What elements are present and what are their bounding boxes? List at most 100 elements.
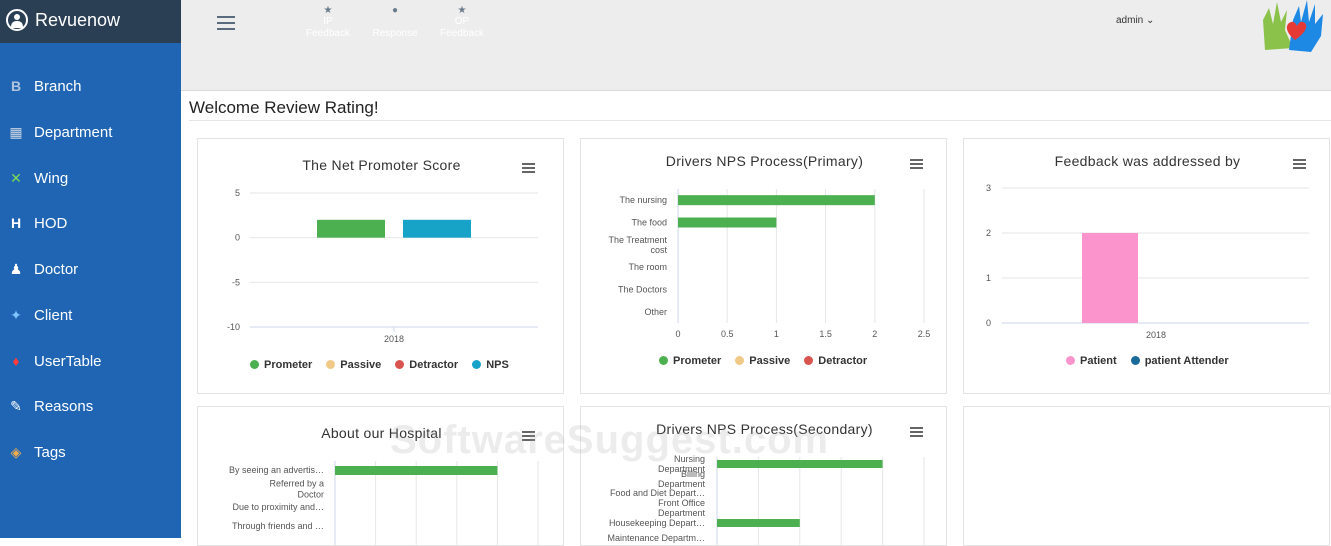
top-navbar: ★ IP Feedback ● Response ★ OP Feedback a… xyxy=(181,0,1331,91)
y-category-label: The Doctors xyxy=(618,285,668,295)
brand-bar[interactable]: Revuenow xyxy=(0,0,181,43)
sidebar-item-label: Department xyxy=(34,124,113,141)
doctor-icon: ♟ xyxy=(9,261,23,277)
nps-panel: The Net Promoter Score 5 0 -5 -10 2018 Prome… xyxy=(197,138,564,394)
legend-item[interactable]: Prometer xyxy=(659,355,721,367)
y-category-label: Referred by a xyxy=(269,479,324,489)
y-category-label: Department xyxy=(658,508,706,518)
legend-item[interactable]: Detractor xyxy=(395,359,458,371)
y-category-label: Due to proximity and… xyxy=(232,502,324,512)
bar xyxy=(717,519,800,527)
legend-dot-icon xyxy=(804,356,814,365)
legend-dot-icon xyxy=(250,360,259,369)
sidebar-item-client[interactable]: ✦ Client xyxy=(0,296,181,336)
star-icon: ★ xyxy=(457,5,467,16)
legend-dot-icon xyxy=(472,360,482,369)
y-category-label: The nursing xyxy=(619,195,667,205)
legend-label: patient Attender xyxy=(1144,355,1229,367)
sidebar-item-reasons[interactable]: ✎ Reasons xyxy=(0,387,181,427)
legend-dot-icon xyxy=(326,360,336,369)
legend-dot-icon xyxy=(1066,356,1075,365)
legend-item[interactable]: Passive xyxy=(326,359,381,371)
legend-item[interactable]: Prometer xyxy=(250,359,312,371)
fire-icon: ♦ xyxy=(12,353,20,369)
sidebar-item-tags[interactable]: ◈ Tags xyxy=(0,433,181,473)
legend-item[interactable]: NPS xyxy=(472,359,509,371)
bar-prometer xyxy=(678,195,875,206)
menu-toggle-icon[interactable] xyxy=(217,16,235,30)
sidebar-item-label: Tags xyxy=(34,444,66,461)
y-category-label: Maintenance Departm… xyxy=(607,533,705,543)
star-icon: ★ xyxy=(323,5,333,16)
legend-label: Prometer xyxy=(673,355,722,367)
legend-dot-icon xyxy=(735,356,745,365)
nps-legend: Prometer Passive Detractor NPS xyxy=(250,359,523,371)
legend-label: Passive xyxy=(340,359,382,371)
feedback-addressed-panel: Feedback was addressed by 3 2 1 0 2018 Patie… xyxy=(963,138,1330,394)
legend-label: Prometer xyxy=(264,359,313,371)
bar-prometer xyxy=(678,217,777,228)
sidebar-item-department[interactable]: ▦ Department xyxy=(0,113,181,153)
legend-dot-icon xyxy=(659,356,668,365)
x-tick-label: 1 xyxy=(774,329,779,339)
y-tick-label: -10 xyxy=(227,322,240,332)
watermark-text: SoftwareSuggest.com xyxy=(390,418,830,462)
y-category-label: Housekeeping Depart… xyxy=(609,518,705,528)
nps-chart: 5 0 -5 -10 2018 xyxy=(227,188,538,344)
y-category-label: Other xyxy=(644,307,667,317)
sidebar-item-label: HOD xyxy=(34,215,68,232)
x-tick-label: 1.5 xyxy=(819,329,832,339)
legend-item[interactable]: Passive xyxy=(735,355,790,367)
bar-nps xyxy=(403,219,471,238)
hands-heart-logo xyxy=(1263,0,1323,52)
nav-op-feedback[interactable]: ★ OP Feedback xyxy=(427,5,497,40)
legend-dot-icon xyxy=(1130,356,1140,365)
y-category-label: Food and Diet Depart… xyxy=(610,488,705,498)
sidebar-item-wing[interactable]: ✕ Wing xyxy=(0,159,181,199)
sidebar-item-label: Wing xyxy=(34,170,69,187)
legend-item[interactable]: Detractor xyxy=(804,355,867,367)
legend-item[interactable]: Patient xyxy=(1066,355,1117,367)
sidebar: Revuenow B Branch ▦ Department ✕ Wing H HOD ♟ Doc… xyxy=(0,0,181,538)
legend-label: Passive xyxy=(749,355,791,367)
nav-response[interactable]: ● Response xyxy=(360,5,430,40)
sidebar-item-hod[interactable]: H HOD xyxy=(0,204,181,244)
sidebar-item-usertable[interactable]: ♦ UserTable xyxy=(0,342,181,382)
tags-icon: ◈ xyxy=(10,444,22,460)
client-icon: ✦ xyxy=(10,307,22,323)
y-category-label: Billing xyxy=(681,469,705,479)
x-tick-label: 2.5 xyxy=(918,329,931,339)
empty-panel xyxy=(963,406,1330,546)
admin-dropdown[interactable]: admin ⌄ xyxy=(1116,15,1154,26)
user-logo-icon xyxy=(6,9,28,31)
y-tick-label: 0 xyxy=(235,233,240,243)
h-letter-icon: H xyxy=(10,215,22,231)
brand-title: Revuenow xyxy=(35,10,121,30)
y-tick-label: 0 xyxy=(986,318,991,328)
legend-dot-icon xyxy=(395,360,405,369)
sidebar-item-label: UserTable xyxy=(34,353,102,370)
legend-label: Detractor xyxy=(818,355,868,367)
legend-item[interactable]: patient Attender xyxy=(1130,355,1229,367)
excel-icon: ✕ xyxy=(10,170,22,186)
sidebar-item-branch[interactable]: B Branch xyxy=(0,67,181,107)
x-tick-label: 2018 xyxy=(384,334,404,344)
y-category-label: By seeing an advertis… xyxy=(229,465,324,475)
feedback-addressed-legend: Patient patient Attender xyxy=(1066,355,1243,367)
sidebar-item-label: Doctor xyxy=(34,261,79,278)
nav-ip-feedback[interactable]: ★ IP Feedback xyxy=(293,5,363,40)
drivers-primary-legend: Prometer Passive Detractor xyxy=(659,355,881,367)
sidebar-item-doctor[interactable]: ♟ Doctor xyxy=(0,250,181,290)
bar-patient xyxy=(1082,233,1138,323)
y-tick-label: 2 xyxy=(986,228,991,238)
legend-label: Patient xyxy=(1080,355,1117,367)
x-tick-label: 2018 xyxy=(1146,330,1166,340)
y-category-label: Front Office xyxy=(658,498,705,508)
x-tick-label: 2 xyxy=(872,329,877,339)
y-tick-label: 3 xyxy=(986,183,991,193)
bold-b-icon: B xyxy=(10,78,22,94)
divider xyxy=(189,120,1331,121)
y-category-label: The room xyxy=(628,262,667,272)
sidebar-item-label: Branch xyxy=(34,78,82,95)
legend-label: NPS xyxy=(486,359,509,371)
